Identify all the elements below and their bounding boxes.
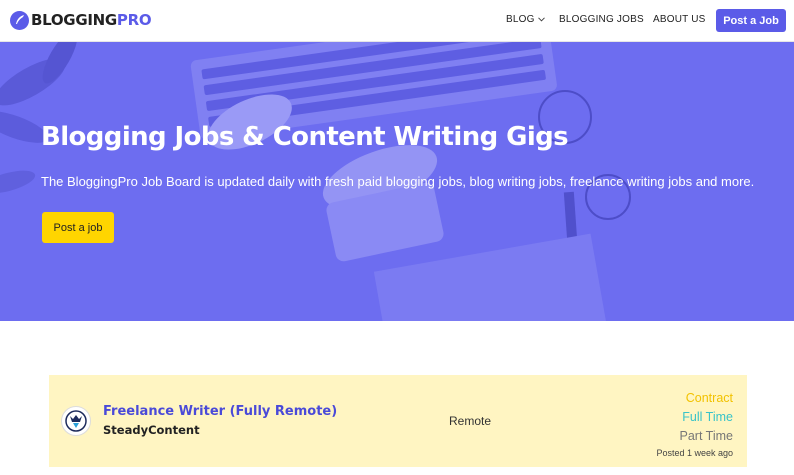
nav-item-label: BLOG	[506, 14, 535, 25]
company-logo-icon	[61, 406, 91, 436]
post-a-job-button[interactable]: Post a Job	[716, 9, 786, 32]
nav-item-blog[interactable]: BLOG	[506, 14, 545, 25]
hero-banner: Blogging Jobs & Content Writing Gigs The…	[0, 42, 794, 321]
hero-post-a-job-button[interactable]: Post a job	[42, 212, 114, 243]
nav-item-blogging-jobs[interactable]: BLOGGING JOBS	[559, 14, 644, 25]
site-header: BLOGGING PRO BLOG BLOGGING JOBS ABOUT US …	[0, 0, 794, 42]
main-nav: BLOG BLOGGING JOBS ABOUT US Post a Job	[0, 0, 794, 42]
hero-subtitle: The BloggingPro Job Board is updated dai…	[41, 174, 755, 189]
job-location: Remote	[449, 414, 492, 428]
nav-item-about-us[interactable]: ABOUT US	[653, 14, 706, 25]
job-type-part-time: Part Time	[679, 429, 734, 443]
job-types: Contract Full Time Part Time Posted 1 we…	[656, 389, 733, 460]
chevron-down-icon	[537, 16, 545, 24]
job-listing[interactable]: Freelance Writer (Fully Remote) SteadyCo…	[49, 375, 747, 467]
job-type-full-time: Full Time	[682, 410, 733, 424]
job-type-contract: Contract	[685, 391, 733, 405]
job-posted-date: Posted 1 week ago	[656, 448, 733, 458]
job-company: SteadyContent	[103, 423, 200, 437]
hero-title: Blogging Jobs & Content Writing Gigs	[41, 122, 569, 152]
job-title[interactable]: Freelance Writer (Fully Remote)	[103, 404, 337, 419]
